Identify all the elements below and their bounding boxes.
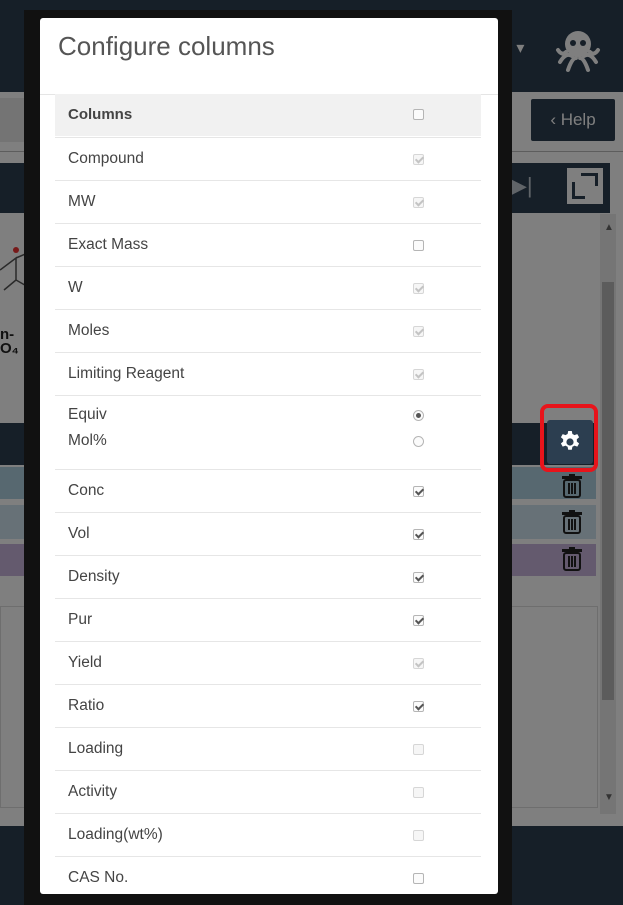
column-label: Ratio (68, 697, 105, 714)
column-row[interactable]: Ratio (55, 684, 481, 728)
column-checkbox[interactable] (413, 615, 424, 626)
column-label: Yield (68, 654, 102, 671)
configure-columns-dialog: Configure columns Columns Compound MW Exac… (40, 18, 498, 894)
column-label: Activity (68, 783, 118, 800)
column-checkbox[interactable] (413, 326, 424, 337)
column-label: W (68, 279, 83, 296)
column-label: Density (68, 568, 120, 585)
column-checkbox[interactable] (413, 572, 424, 583)
column-label: CAS No. (68, 869, 129, 886)
column-label: Loading(wt%) (68, 826, 163, 843)
column-label: Limiting Reagent (68, 365, 185, 382)
column-row[interactable]: Loading(wt%) (55, 813, 481, 857)
column-label: MW (68, 193, 96, 210)
dialog-title: Configure columns (58, 31, 275, 61)
column-label: Pur (68, 611, 93, 628)
column-row[interactable]: CAS No. (55, 856, 481, 894)
column-checkbox[interactable] (413, 873, 424, 884)
columns-header-row: Columns (55, 94, 481, 136)
column-row[interactable]: Density (55, 555, 481, 599)
highlight-box (540, 404, 598, 472)
column-row[interactable]: Vol (55, 512, 481, 556)
column-checkbox[interactable] (413, 701, 424, 712)
column-row[interactable]: Pur (55, 598, 481, 642)
column-row[interactable]: Activity (55, 770, 481, 814)
column-row[interactable]: Conc (55, 469, 481, 513)
column-label: Vol (68, 525, 90, 542)
column-checkbox[interactable] (413, 197, 424, 208)
column-row[interactable]: Exact Mass (55, 223, 481, 267)
column-checkbox[interactable] (413, 744, 424, 755)
select-all-checkbox[interactable] (413, 109, 424, 120)
column-checkbox[interactable] (413, 529, 424, 540)
column-label: Exact Mass (68, 236, 149, 253)
column-label: Loading (68, 740, 124, 757)
column-checkbox[interactable] (413, 830, 424, 841)
column-row[interactable]: Loading (55, 727, 481, 771)
column-row[interactable]: Equiv Mol% (55, 395, 481, 470)
trash-icon[interactable] (561, 474, 583, 498)
column-row[interactable]: MW (55, 180, 481, 224)
column-checkbox[interactable] (413, 240, 424, 251)
column-checkbox[interactable] (413, 486, 424, 497)
column-label: Conc (68, 482, 105, 499)
column-label: Moles (68, 322, 110, 339)
columns-header-label: Columns (68, 106, 133, 123)
column-checkbox[interactable] (413, 787, 424, 798)
trash-icon[interactable] (561, 547, 583, 571)
column-row[interactable]: W (55, 266, 481, 310)
column-label: Equiv (68, 406, 107, 423)
trash-icon[interactable] (561, 510, 583, 534)
column-row[interactable]: Moles (55, 309, 481, 353)
column-label: Mol% (68, 432, 107, 449)
column-row[interactable]: Yield (55, 641, 481, 685)
column-checkbox[interactable] (413, 283, 424, 294)
column-checkbox[interactable] (413, 369, 424, 380)
column-radio[interactable] (413, 410, 424, 421)
column-checkbox[interactable] (413, 658, 424, 669)
column-radio[interactable] (413, 436, 424, 447)
column-row[interactable]: Limiting Reagent (55, 352, 481, 396)
column-row[interactable]: Compound (55, 137, 481, 181)
column-label: Compound (68, 150, 144, 167)
column-checkbox[interactable] (413, 154, 424, 165)
